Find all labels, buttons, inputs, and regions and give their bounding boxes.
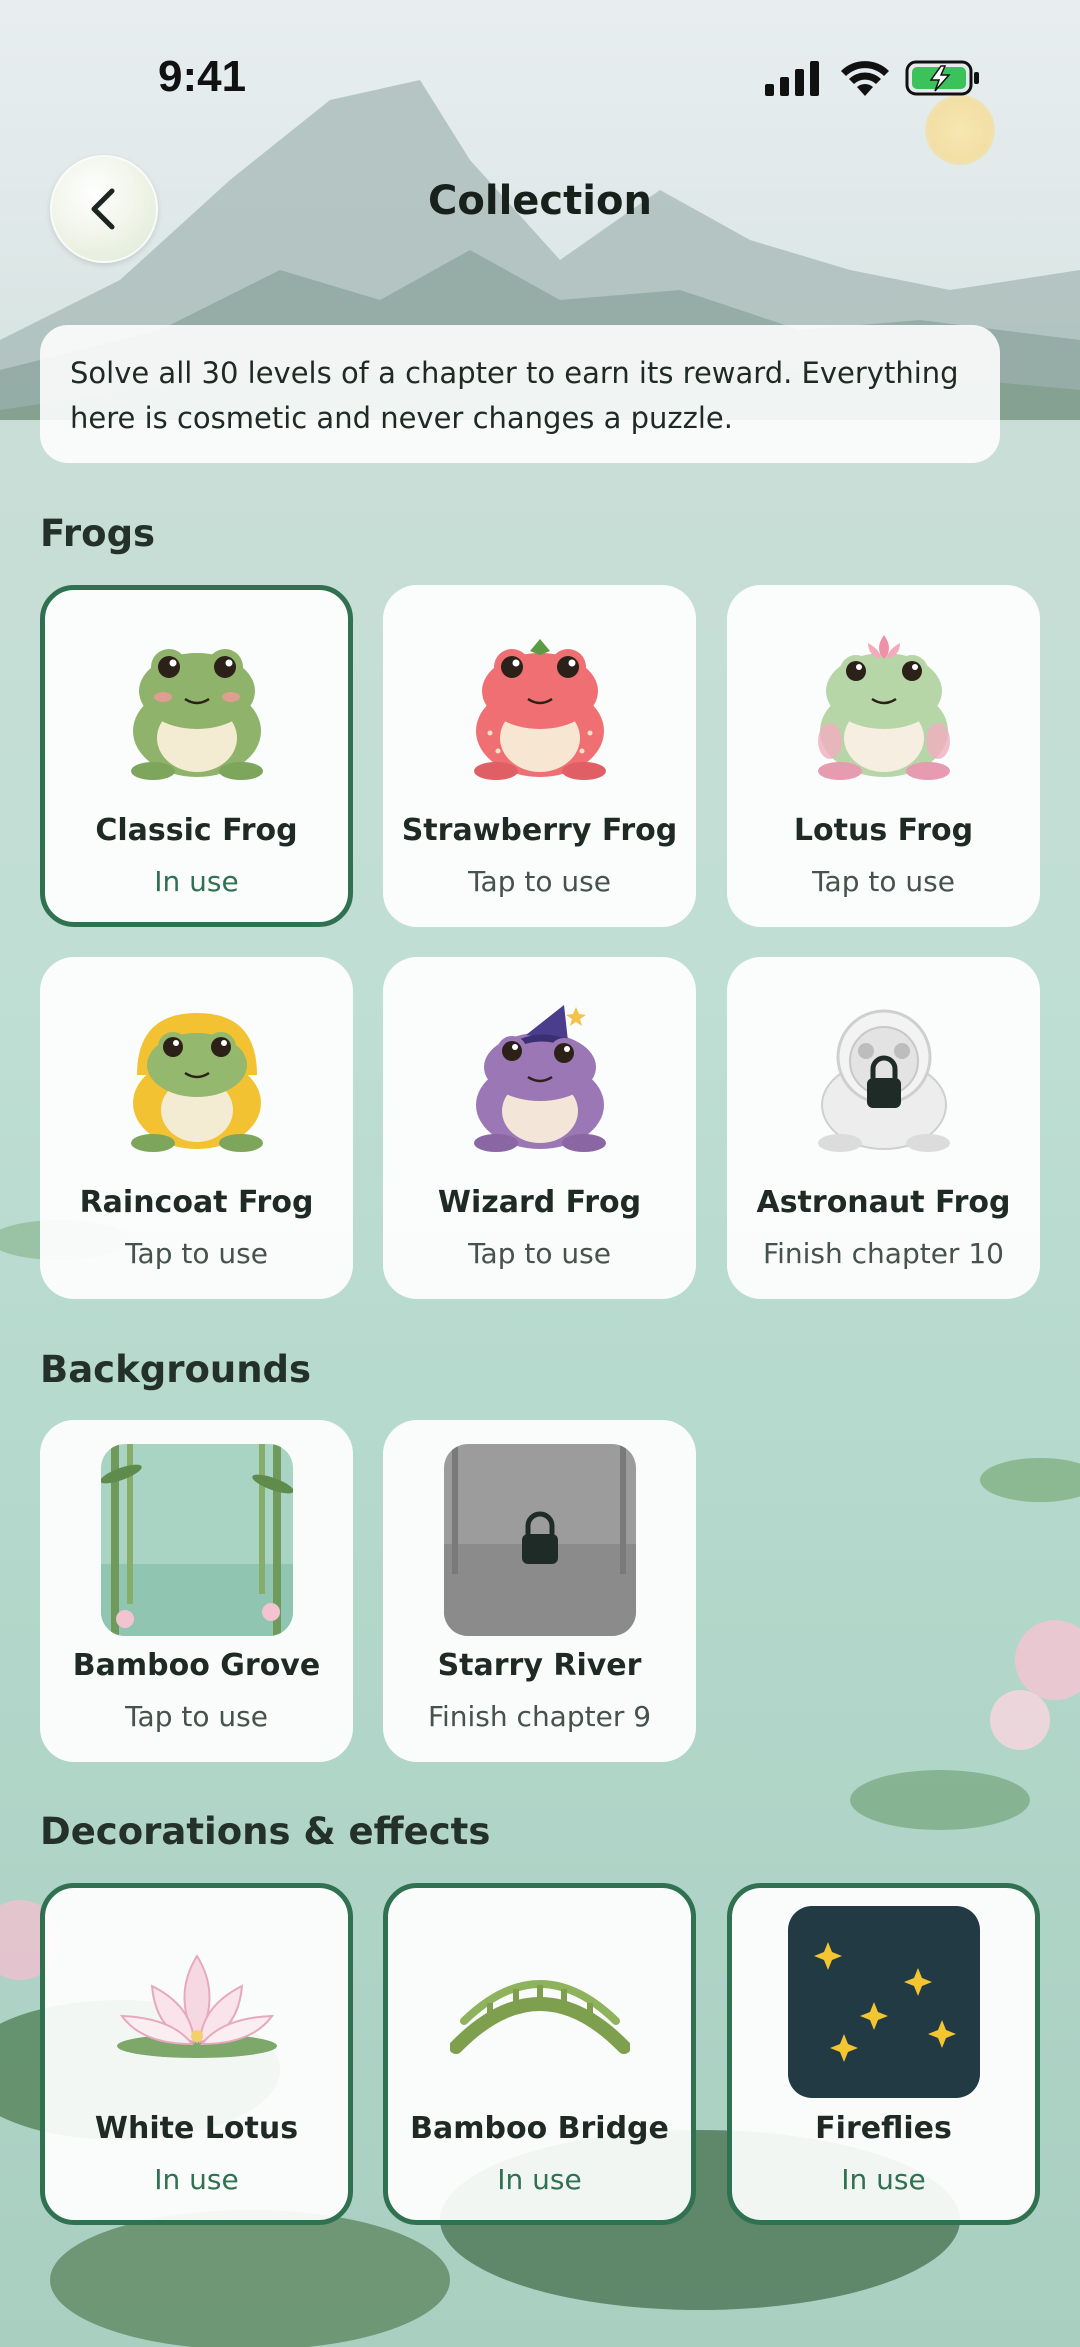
frog-status: Tap to use xyxy=(468,1237,611,1270)
wifi-icon xyxy=(841,61,889,96)
fireflies-thumbnail xyxy=(787,1906,980,2098)
background-card-starry-river[interactable]: Starry River Finish chapter 9 xyxy=(383,1420,696,1762)
frog-status: Finish chapter 10 xyxy=(763,1237,1004,1270)
section-title-backgrounds: Backgrounds xyxy=(40,1348,312,1391)
background-name: Bamboo Grove xyxy=(72,1648,321,1683)
background-art xyxy=(40,1444,353,1636)
wizard-frog-icon xyxy=(473,1004,606,1152)
frog-status: Tap to use xyxy=(468,865,611,898)
section-title-decorations: Decorations & effects xyxy=(40,1810,491,1853)
frog-name: Wizard Frog xyxy=(437,1185,642,1220)
status-time: 9:41 xyxy=(158,52,247,101)
decoration-card-fireflies[interactable]: Fireflies In use xyxy=(727,1883,1040,2225)
frog-status: Tap to use xyxy=(125,1237,268,1270)
lotus-frog-icon xyxy=(817,634,950,780)
frog-art xyxy=(727,625,1040,790)
info-text: Solve all 30 levels of a chapter to earn… xyxy=(70,356,959,435)
background-status: Tap to use xyxy=(125,1700,268,1733)
starry-river-thumbnail xyxy=(443,1444,636,1636)
frog-art xyxy=(727,997,1040,1162)
info-banner: Solve all 30 levels of a chapter to earn… xyxy=(40,325,1000,463)
section-title-frogs: Frogs xyxy=(40,512,156,555)
decoration-name: White Lotus xyxy=(94,2111,299,2146)
decoration-status: In use xyxy=(497,2163,582,2196)
frog-name: Classic Frog xyxy=(95,813,298,848)
classic-frog-icon xyxy=(130,648,263,780)
frog-name: Strawberry Frog xyxy=(401,813,678,848)
decoration-status: In use xyxy=(154,2163,239,2196)
bamboo-grove-thumbnail xyxy=(100,1444,293,1636)
decoration-art xyxy=(45,1923,348,2088)
page-title: Collection xyxy=(428,178,652,224)
frog-name: Lotus Frog xyxy=(793,813,974,848)
frog-card-wizard[interactable]: Wizard Frog Tap to use xyxy=(383,957,696,1299)
frog-card-lotus[interactable]: Lotus Frog Tap to use xyxy=(727,585,1040,927)
bamboo-bridge-icon xyxy=(449,1979,630,2054)
decoration-status: In use xyxy=(841,2163,926,2196)
strawberry-frog-icon xyxy=(473,638,606,780)
raincoat-frog-icon xyxy=(130,1012,263,1152)
background-art xyxy=(383,1444,696,1636)
white-lotus-icon xyxy=(116,1953,277,2058)
background-status: Finish chapter 9 xyxy=(427,1700,652,1733)
frog-art xyxy=(383,997,696,1162)
frog-card-strawberry[interactable]: Strawberry Frog Tap to use xyxy=(383,585,696,927)
frog-art xyxy=(40,997,353,1162)
frog-art xyxy=(45,625,348,790)
frog-art xyxy=(383,625,696,790)
decoration-name: Fireflies xyxy=(815,2111,952,2146)
frog-card-raincoat[interactable]: Raincoat Frog Tap to use xyxy=(40,957,353,1299)
frog-status: Tap to use xyxy=(812,865,955,898)
cellular-signal-icon xyxy=(765,61,819,96)
frog-name: Raincoat Frog xyxy=(79,1185,314,1220)
frog-card-classic[interactable]: Classic Frog In use xyxy=(40,585,353,927)
frog-card-astronaut[interactable]: Astronaut Frog Finish chapter 10 xyxy=(727,957,1040,1299)
battery-charging-icon xyxy=(905,60,979,96)
background-name: Starry River xyxy=(437,1648,642,1683)
decoration-card-bamboo-bridge[interactable]: Bamboo Bridge In use xyxy=(383,1883,696,2225)
decoration-art xyxy=(388,1923,691,2088)
decoration-name: Bamboo Bridge xyxy=(410,2111,669,2146)
decoration-card-white-lotus[interactable]: White Lotus In use xyxy=(40,1883,353,2225)
decoration-art xyxy=(732,1906,1035,2098)
frog-status: In use xyxy=(154,865,239,898)
background-card-bamboo-grove[interactable]: Bamboo Grove Tap to use xyxy=(40,1420,353,1762)
frog-name: Astronaut Frog xyxy=(756,1185,1011,1220)
status-bar: 9:41 xyxy=(0,0,1080,150)
astronaut-frog-locked-icon xyxy=(817,1009,950,1152)
